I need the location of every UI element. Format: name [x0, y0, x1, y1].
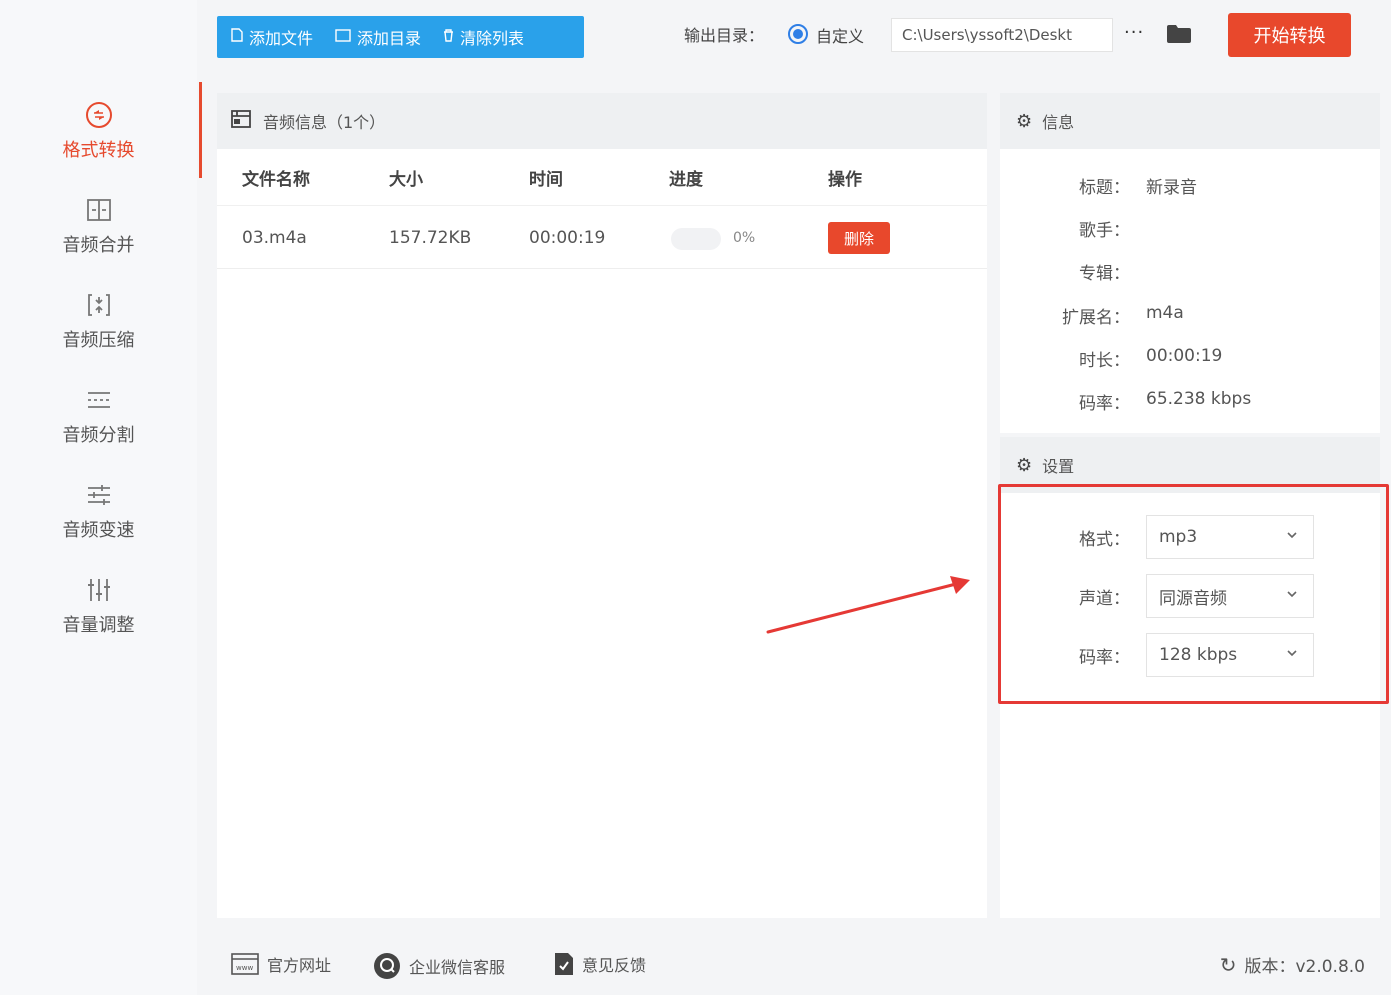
- table-row[interactable]: 03.m4a 157.72KB 00:00:19 0% 删除: [217, 205, 987, 269]
- file-name-cell: 03.m4a: [242, 228, 307, 248]
- info-field-extension: 扩展名： m4a: [1000, 303, 1380, 333]
- file-list-panel: 音频信息（1个） 文件名称 大小 时间 进度 操作 03.m4a 157.72K…: [217, 93, 987, 918]
- merge-icon: [84, 195, 114, 225]
- progress-percent: 0%: [733, 230, 756, 246]
- footer: www 官方网址 企业微信客服 意见反馈 ↻ 版本：v2.0.8.0: [217, 930, 1391, 995]
- feedback-label: 意见反馈: [582, 956, 647, 975]
- info-field-bitrate: 码率： 65.238 kbps: [1000, 389, 1380, 419]
- chat-icon: [373, 952, 401, 980]
- info-field-title: 标题： 新录音: [1000, 173, 1380, 203]
- info-field-duration: 时长： 00:00:19: [1000, 346, 1380, 376]
- split-icon: [84, 385, 114, 415]
- file-size-cell: 157.72KB: [389, 228, 472, 248]
- sidebar-item-label: 音频变速: [62, 520, 135, 541]
- info-value: 00:00:19: [1146, 346, 1223, 366]
- info-key: 时长：: [1079, 351, 1130, 371]
- sidebar-item-label: 音量调整: [62, 615, 135, 636]
- column-header-action: 操作: [828, 170, 862, 190]
- start-convert-button[interactable]: 开始转换: [1228, 13, 1351, 57]
- sidebar-item-audio-merge[interactable]: 音频合并: [0, 183, 197, 269]
- delete-button[interactable]: 删除: [828, 222, 890, 254]
- settings-title: 设置: [1042, 457, 1075, 476]
- info-key: 扩展名：: [1062, 308, 1130, 328]
- info-field-album: 专辑：: [1000, 259, 1380, 289]
- gear-icon: ⚙: [1016, 454, 1033, 476]
- audio-info-icon: [231, 110, 251, 132]
- info-key: 码率：: [1079, 394, 1130, 414]
- column-header-progress: 进度: [669, 170, 703, 190]
- sidebar-item-label: 音频合并: [62, 235, 135, 256]
- web-icon: www: [231, 953, 259, 975]
- file-list-header: 音频信息（1个）: [217, 93, 987, 149]
- custom-output-radio-label[interactable]: 自定义: [816, 23, 864, 47]
- settings-highlight-box: [998, 484, 1389, 704]
- clear-list-label: 清除列表: [460, 29, 525, 48]
- info-value: 65.238 kbps: [1146, 389, 1252, 409]
- refresh-icon[interactable]: ↻: [1220, 953, 1237, 977]
- sidebar-item-label: 音频压缩: [62, 330, 135, 351]
- compress-icon: [84, 290, 114, 320]
- version-info: ↻ 版本：v2.0.8.0: [1220, 952, 1365, 978]
- annotation-arrow-icon: [766, 576, 970, 634]
- sidebar-item-audio-compress[interactable]: 音频压缩: [0, 278, 197, 364]
- website-link[interactable]: www 官方网址: [231, 952, 331, 976]
- speed-icon: [84, 480, 114, 510]
- folder-outline-icon: [335, 28, 351, 46]
- column-header-size: 大小: [389, 170, 423, 190]
- toolbar-button-group: 添加文件 添加目录 清除列表: [217, 16, 584, 58]
- sidebar-item-audio-split[interactable]: 音频分割: [0, 373, 197, 459]
- wechat-support-link[interactable]: 企业微信客服: [373, 952, 505, 980]
- sidebar-item-volume-adjust[interactable]: 音量调整: [0, 563, 197, 649]
- custom-output-radio[interactable]: [788, 24, 808, 44]
- output-path-input[interactable]: [891, 18, 1113, 52]
- volume-icon: [84, 575, 114, 605]
- feedback-icon: [554, 952, 574, 976]
- info-value: 新录音: [1146, 178, 1197, 198]
- trash-icon: [443, 28, 454, 46]
- clear-list-button[interactable]: 清除列表: [443, 25, 524, 49]
- info-key: 歌手：: [1079, 221, 1130, 241]
- sidebar-item-label: 格式转换: [62, 140, 135, 161]
- sidebar: 格式转换 音频合并 音频压缩 音频分割 音频变速 音量调整: [0, 0, 197, 995]
- info-field-artist: 歌手：: [1000, 216, 1380, 246]
- gear-icon: ⚙: [1016, 110, 1033, 132]
- info-value: m4a: [1146, 303, 1184, 323]
- add-file-label: 添加文件: [249, 29, 314, 48]
- feedback-link[interactable]: 意见反馈: [554, 952, 646, 976]
- info-key: 标题：: [1079, 178, 1130, 198]
- output-directory-label: 输出目录：: [684, 26, 765, 45]
- sidebar-active-indicator: [199, 82, 202, 178]
- info-panel: ⚙ 信息 标题： 新录音 歌手： 专辑： 扩展名： m4a 时长： 00:00:…: [1000, 93, 1380, 433]
- browse-more-button[interactable]: ···: [1124, 22, 1144, 43]
- add-directory-button[interactable]: 添加目录: [335, 25, 421, 49]
- file-icon: [231, 28, 243, 46]
- sidebar-item-label: 音频分割: [62, 425, 135, 446]
- add-file-button[interactable]: 添加文件: [231, 25, 313, 49]
- file-time-cell: 00:00:19: [529, 228, 606, 248]
- sidebar-item-audio-speed[interactable]: 音频变速: [0, 468, 197, 554]
- column-header-filename: 文件名称: [242, 170, 310, 190]
- progress-bar: [671, 228, 721, 250]
- info-title: 信息: [1042, 113, 1075, 132]
- open-folder-icon[interactable]: [1166, 24, 1192, 44]
- version-label: 版本：v2.0.8.0: [1244, 957, 1365, 977]
- info-header: ⚙ 信息: [1000, 93, 1380, 149]
- info-key: 专辑：: [1079, 264, 1130, 284]
- sidebar-item-format-convert[interactable]: 格式转换: [0, 88, 197, 174]
- column-header-time: 时间: [529, 170, 563, 190]
- wechat-support-label: 企业微信客服: [409, 958, 506, 977]
- svg-text:www: www: [236, 964, 253, 972]
- convert-icon: [84, 100, 114, 130]
- file-list-title: 音频信息（1个）: [263, 113, 386, 132]
- add-directory-label: 添加目录: [357, 29, 422, 48]
- website-label: 官方网址: [267, 956, 332, 975]
